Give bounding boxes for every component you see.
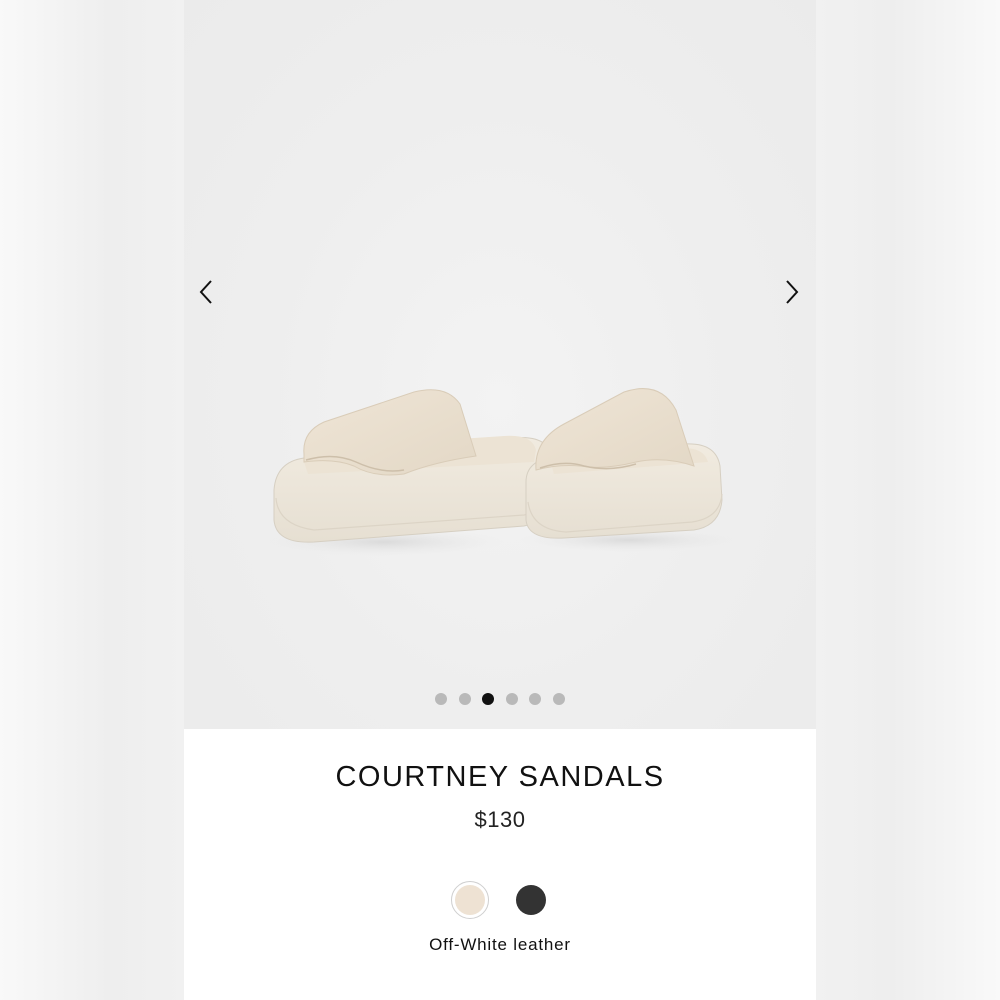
gallery-pagination [184, 693, 816, 705]
gallery-next-button[interactable] [774, 274, 810, 310]
gallery-dot[interactable] [458, 693, 471, 705]
color-swatch-off-white[interactable] [450, 881, 489, 919]
product-info: COURTNEY SANDALS $130 Off-White leather [184, 729, 816, 1000]
swatch-fill [515, 885, 546, 915]
backdrop-right [816, 0, 1000, 1000]
gallery-dot[interactable] [529, 693, 542, 705]
sandals-product-photo [264, 388, 734, 556]
product-price: $130 [474, 807, 526, 832]
gallery-dot[interactable] [435, 693, 448, 705]
gallery-dot[interactable] [552, 693, 565, 705]
gallery-prev-button[interactable] [188, 274, 224, 310]
gallery-dot[interactable] [482, 693, 495, 705]
product-card: COURTNEY SANDALS $130 Off-White leather [184, 0, 816, 1000]
product-title: COURTNEY SANDALS [335, 761, 665, 793]
swatch-fill [454, 885, 485, 915]
chevron-left-icon [199, 280, 212, 304]
gallery-dot[interactable] [505, 693, 518, 705]
image-gallery [184, 0, 816, 729]
chevron-right-icon [786, 280, 799, 304]
backdrop-left [0, 0, 184, 1000]
color-swatch-black[interactable] [512, 881, 550, 919]
selected-color-label: Off-White leather [429, 935, 571, 954]
color-swatches [184, 881, 816, 919]
